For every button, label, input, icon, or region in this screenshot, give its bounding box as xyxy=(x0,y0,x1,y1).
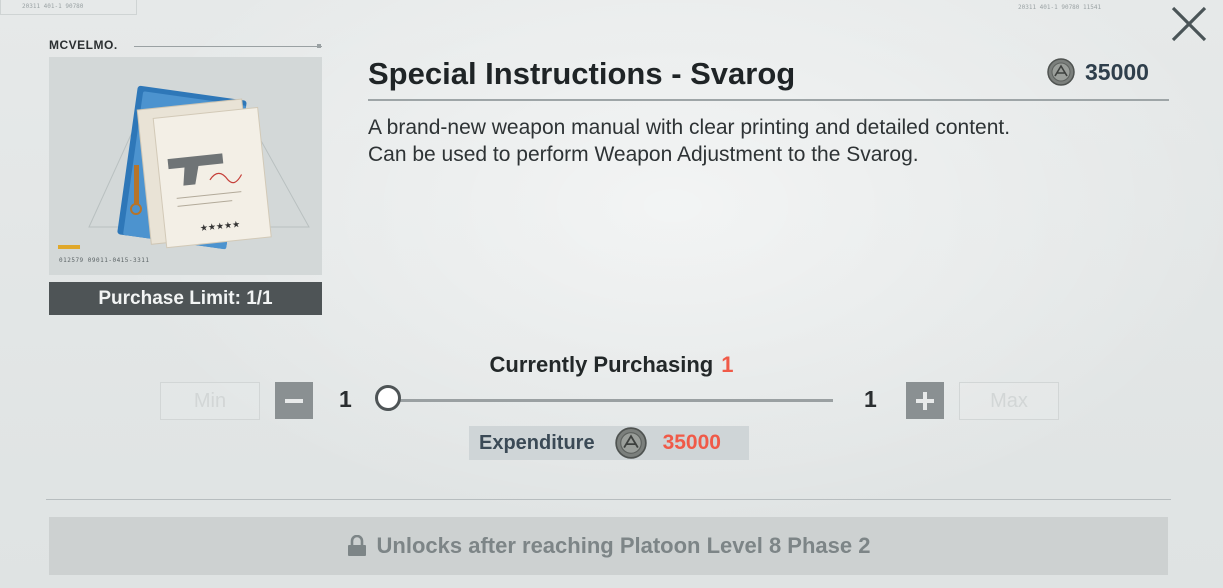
plus-icon xyxy=(916,391,934,410)
coin-icon xyxy=(614,427,647,459)
rarity-bar xyxy=(58,245,80,249)
quantity-slider-handle[interactable] xyxy=(375,385,401,411)
price-value: 35000 xyxy=(1085,58,1149,85)
item-image: ★★★★★ 012579 09011-0415-3311 xyxy=(49,57,322,275)
expenditure-value: 35000 xyxy=(662,431,721,454)
max-button[interactable]: Max xyxy=(959,382,1059,420)
minus-icon xyxy=(285,398,303,403)
expenditure-label: Expenditure xyxy=(479,431,595,454)
currently-purchasing: Currently Purchasing 1 xyxy=(0,352,1223,378)
purchase-limit: Purchase Limit: 1/1 xyxy=(49,282,322,315)
min-button[interactable]: Min xyxy=(160,382,260,420)
top-code-right: 20311 401-1 90780 11541 xyxy=(1018,4,1102,11)
quantity-slider-track[interactable] xyxy=(388,399,833,402)
slider-max-value: 1 xyxy=(864,386,877,412)
coin-icon xyxy=(1047,58,1075,86)
unlock-message: Unlocks after reaching Platoon Level 8 P… xyxy=(376,533,871,558)
manual-icon: ★★★★★ xyxy=(88,85,310,250)
lock-icon xyxy=(347,535,366,556)
top-code-left: 20311 401-1 90780 xyxy=(22,3,84,10)
item-description: A brand-new weapon manual with clear pri… xyxy=(368,114,1168,168)
description-line-2: Can be used to perform Weapon Adjustment… xyxy=(368,143,919,166)
item-price: 35000 xyxy=(1047,58,1149,86)
brand-divider xyxy=(134,46,322,47)
close-button[interactable] xyxy=(1168,3,1210,45)
slider-min-value: 1 xyxy=(339,386,352,412)
title-divider xyxy=(368,99,1169,101)
decrease-button[interactable] xyxy=(275,382,313,419)
close-icon xyxy=(1171,6,1207,42)
description-line-1: A brand-new weapon manual with clear pri… xyxy=(368,116,1011,139)
increase-button[interactable] xyxy=(906,382,944,419)
item-title: Special Instructions - Svarog xyxy=(368,56,796,91)
bottom-divider xyxy=(46,499,1171,500)
brand-divider-dot xyxy=(317,44,321,48)
item-code: 012579 09011-0415-3311 xyxy=(59,257,150,264)
currently-purchasing-label: Currently Purchasing xyxy=(489,352,714,377)
locked-purchase-button[interactable]: Unlocks after reaching Platoon Level 8 P… xyxy=(49,517,1168,575)
currently-purchasing-count: 1 xyxy=(721,352,734,377)
brand-logo: MCVELMO. xyxy=(49,38,118,52)
expenditure: Expenditure 35000 xyxy=(469,426,749,460)
